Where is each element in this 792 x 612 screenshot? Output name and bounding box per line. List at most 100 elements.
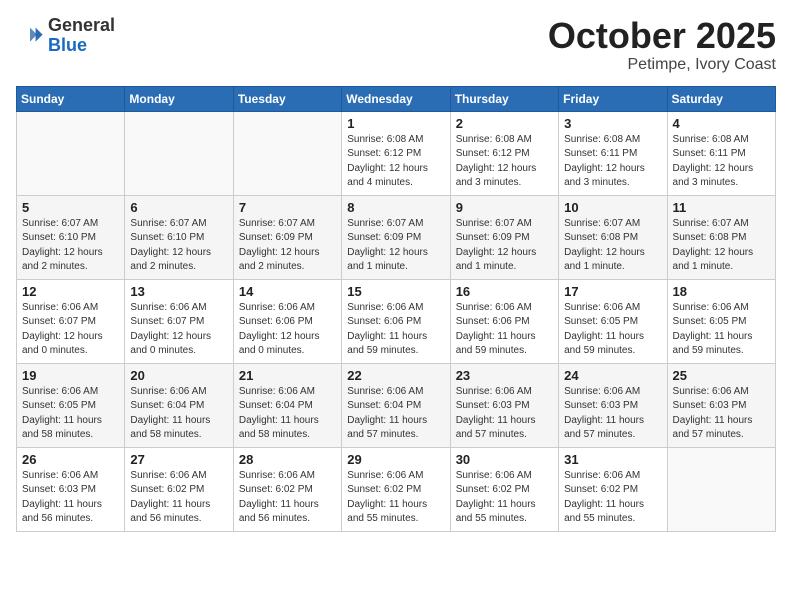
day-number: 3 (564, 116, 661, 131)
day-number: 27 (130, 452, 227, 467)
calendar-cell: 24 Sunrise: 6:06 AM Sunset: 6:03 PM Dayli… (559, 363, 667, 447)
calendar-week-2: 5 Sunrise: 6:07 AM Sunset: 6:10 PM Daylig… (17, 195, 776, 279)
page-header: General Blue October 2025 Petimpe, Ivory… (16, 16, 776, 74)
day-number: 30 (456, 452, 553, 467)
day-info: Sunrise: 6:06 AM Sunset: 6:04 PM Dayligh… (239, 385, 336, 443)
calendar-cell: 31Sunrise: 6:06 AM Sunset: 6:02 PM Dayli… (559, 447, 667, 531)
calendar-header: Sunday Monday Tuesday Wednesday Thursday… (17, 86, 776, 111)
col-monday: Monday (125, 86, 233, 111)
day-info: Sunrise: 6:06 AM Sunset: 6:02 PM Dayligh… (564, 469, 661, 527)
col-sunday: Sunday (17, 86, 125, 111)
day-info: Sunrise: 6:06 AM Sunset: 6:03 PM Dayligh… (456, 385, 553, 443)
day-number: 26 (22, 452, 119, 467)
day-info: Sunrise: 6:08 AM Sunset: 6:12 PM Dayligh… (347, 133, 444, 191)
calendar-cell: 8 Sunrise: 6:07 AM Sunset: 6:09 PM Daylig… (342, 195, 450, 279)
day-info: Sunrise: 6:08 AM Sunset: 6:11 PM Dayligh… (564, 133, 661, 191)
col-thursday: Thursday (450, 86, 558, 111)
calendar-cell (17, 111, 125, 195)
day-number: 16 (456, 284, 553, 299)
day-info: Sunrise: 6:06 AM Sunset: 6:02 PM Dayligh… (456, 469, 553, 527)
col-wednesday: Wednesday (342, 86, 450, 111)
day-number: 21 (239, 368, 336, 383)
day-number: 19 (22, 368, 119, 383)
day-number: 8 (347, 200, 444, 215)
day-info: Sunrise: 6:07 AM Sunset: 6:09 PM Dayligh… (456, 217, 553, 275)
calendar-cell (667, 447, 775, 531)
logo-general: General (48, 16, 115, 36)
day-number: 29 (347, 452, 444, 467)
calendar-cell: 19 Sunrise: 6:06 AM Sunset: 6:05 PM Dayli… (17, 363, 125, 447)
calendar-cell: 14 Sunrise: 6:06 AM Sunset: 6:06 PM Dayli… (233, 279, 341, 363)
calendar-cell: 17Sunrise: 6:06 AM Sunset: 6:05 PM Dayli… (559, 279, 667, 363)
day-number: 9 (456, 200, 553, 215)
day-number: 4 (673, 116, 770, 131)
calendar-week-3: 12 Sunrise: 6:06 AM Sunset: 6:07 PM Dayli… (17, 279, 776, 363)
day-info: Sunrise: 6:08 AM Sunset: 6:11 PM Dayligh… (673, 133, 770, 191)
location: Petimpe, Ivory Coast (548, 56, 776, 74)
day-info: Sunrise: 6:06 AM Sunset: 6:03 PM Dayligh… (673, 385, 770, 443)
calendar-week-1: 1 Sunrise: 6:08 AM Sunset: 6:12 PM Daylig… (17, 111, 776, 195)
calendar-cell: 20Sunrise: 6:06 AM Sunset: 6:04 PM Dayli… (125, 363, 233, 447)
calendar-cell: 30 Sunrise: 6:06 AM Sunset: 6:02 PM Dayli… (450, 447, 558, 531)
day-number: 14 (239, 284, 336, 299)
day-number: 20 (130, 368, 227, 383)
calendar-cell: 12 Sunrise: 6:06 AM Sunset: 6:07 PM Dayli… (17, 279, 125, 363)
day-number: 25 (673, 368, 770, 383)
calendar-cell: 27Sunrise: 6:06 AM Sunset: 6:02 PM Dayli… (125, 447, 233, 531)
day-info: Sunrise: 6:06 AM Sunset: 6:05 PM Dayligh… (564, 301, 661, 359)
day-number: 28 (239, 452, 336, 467)
calendar-week-5: 26 Sunrise: 6:06 AM Sunset: 6:03 PM Dayli… (17, 447, 776, 531)
logo-icon (16, 22, 44, 50)
day-info: Sunrise: 6:07 AM Sunset: 6:09 PM Dayligh… (347, 217, 444, 275)
calendar: Sunday Monday Tuesday Wednesday Thursday… (16, 86, 776, 532)
day-number: 23 (456, 368, 553, 383)
logo: General Blue (16, 16, 115, 56)
logo-text: General Blue (48, 16, 115, 56)
calendar-cell: 25 Sunrise: 6:06 AM Sunset: 6:03 PM Dayli… (667, 363, 775, 447)
calendar-cell: 13Sunrise: 6:06 AM Sunset: 6:07 PM Dayli… (125, 279, 233, 363)
calendar-cell: 16Sunrise: 6:06 AM Sunset: 6:06 PM Dayli… (450, 279, 558, 363)
day-info: Sunrise: 6:07 AM Sunset: 6:10 PM Dayligh… (22, 217, 119, 275)
day-info: Sunrise: 6:08 AM Sunset: 6:12 PM Dayligh… (456, 133, 553, 191)
day-number: 12 (22, 284, 119, 299)
calendar-cell: 2Sunrise: 6:08 AM Sunset: 6:12 PM Daylig… (450, 111, 558, 195)
day-info: Sunrise: 6:06 AM Sunset: 6:03 PM Dayligh… (22, 469, 119, 527)
day-info: Sunrise: 6:07 AM Sunset: 6:10 PM Dayligh… (130, 217, 227, 275)
calendar-cell: 18 Sunrise: 6:06 AM Sunset: 6:05 PM Dayli… (667, 279, 775, 363)
calendar-cell: 21 Sunrise: 6:06 AM Sunset: 6:04 PM Dayli… (233, 363, 341, 447)
day-number: 1 (347, 116, 444, 131)
calendar-cell: 26 Sunrise: 6:06 AM Sunset: 6:03 PM Dayli… (17, 447, 125, 531)
header-row: Sunday Monday Tuesday Wednesday Thursday… (17, 86, 776, 111)
day-info: Sunrise: 6:06 AM Sunset: 6:06 PM Dayligh… (239, 301, 336, 359)
day-number: 24 (564, 368, 661, 383)
day-info: Sunrise: 6:07 AM Sunset: 6:08 PM Dayligh… (673, 217, 770, 275)
day-number: 6 (130, 200, 227, 215)
col-tuesday: Tuesday (233, 86, 341, 111)
calendar-cell: 29 Sunrise: 6:06 AM Sunset: 6:02 PM Dayli… (342, 447, 450, 531)
calendar-cell: 9 Sunrise: 6:07 AM Sunset: 6:09 PM Daylig… (450, 195, 558, 279)
calendar-cell: 23 Sunrise: 6:06 AM Sunset: 6:03 PM Dayli… (450, 363, 558, 447)
day-info: Sunrise: 6:06 AM Sunset: 6:02 PM Dayligh… (239, 469, 336, 527)
day-info: Sunrise: 6:06 AM Sunset: 6:05 PM Dayligh… (22, 385, 119, 443)
day-number: 11 (673, 200, 770, 215)
calendar-cell (125, 111, 233, 195)
calendar-cell: 11 Sunrise: 6:07 AM Sunset: 6:08 PM Dayli… (667, 195, 775, 279)
day-number: 15 (347, 284, 444, 299)
day-info: Sunrise: 6:06 AM Sunset: 6:07 PM Dayligh… (22, 301, 119, 359)
day-number: 5 (22, 200, 119, 215)
day-number: 13 (130, 284, 227, 299)
calendar-week-4: 19 Sunrise: 6:06 AM Sunset: 6:05 PM Dayli… (17, 363, 776, 447)
col-saturday: Saturday (667, 86, 775, 111)
day-number: 18 (673, 284, 770, 299)
calendar-cell: 7Sunrise: 6:07 AM Sunset: 6:09 PM Daylig… (233, 195, 341, 279)
day-info: Sunrise: 6:06 AM Sunset: 6:03 PM Dayligh… (564, 385, 661, 443)
calendar-cell: 6 Sunrise: 6:07 AM Sunset: 6:10 PM Daylig… (125, 195, 233, 279)
day-info: Sunrise: 6:06 AM Sunset: 6:04 PM Dayligh… (347, 385, 444, 443)
day-info: Sunrise: 6:06 AM Sunset: 6:05 PM Dayligh… (673, 301, 770, 359)
calendar-cell: 15Sunrise: 6:06 AM Sunset: 6:06 PM Dayli… (342, 279, 450, 363)
calendar-cell: 10Sunrise: 6:07 AM Sunset: 6:08 PM Dayli… (559, 195, 667, 279)
calendar-cell: 22Sunrise: 6:06 AM Sunset: 6:04 PM Dayli… (342, 363, 450, 447)
calendar-cell: 3 Sunrise: 6:08 AM Sunset: 6:11 PM Daylig… (559, 111, 667, 195)
col-friday: Friday (559, 86, 667, 111)
day-info: Sunrise: 6:06 AM Sunset: 6:02 PM Dayligh… (347, 469, 444, 527)
